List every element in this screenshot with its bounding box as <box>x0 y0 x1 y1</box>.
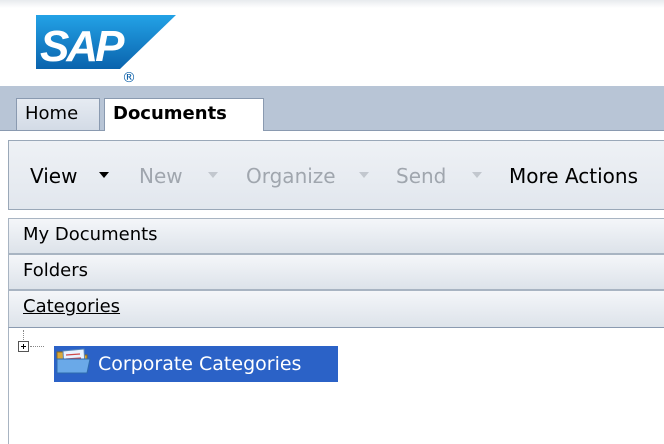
panel-my-documents[interactable]: My Documents <box>8 218 664 254</box>
tree-connector <box>30 346 44 348</box>
expand-plus-icon[interactable] <box>18 341 29 352</box>
top-strip <box>0 0 664 8</box>
tree-node-label: Corporate Categories <box>98 353 302 375</box>
more-actions-button[interactable]: More Actions <box>509 163 638 189</box>
sap-logo-icon: SAP ® <box>36 15 176 86</box>
organize-menu-button: Organize <box>246 164 336 188</box>
panel-folders-label: Folders <box>23 260 89 281</box>
logo-text: SAP <box>40 22 125 71</box>
app-window: SAP ® Home Documents View New Organize S… <box>0 0 664 444</box>
sap-logo: SAP ® <box>36 15 176 86</box>
tab-home[interactable]: Home <box>16 98 100 130</box>
new-dropdown-arrow-icon <box>208 172 218 178</box>
organize-dropdown-arrow-icon <box>359 172 369 178</box>
send-dropdown-arrow-icon <box>472 172 482 178</box>
tab-documents[interactable]: Documents <box>104 98 264 131</box>
tree-node-corporate-categories[interactable]: Corporate Categories <box>54 346 338 382</box>
tab-documents-label: Documents <box>113 103 227 124</box>
panel-categories[interactable]: Categories <box>8 290 664 328</box>
send-menu-button: Send <box>396 164 447 188</box>
view-dropdown-arrow-icon[interactable] <box>99 172 109 178</box>
view-menu-button[interactable]: View <box>30 163 77 189</box>
tree-connector <box>23 330 25 340</box>
panel-folders[interactable]: Folders <box>8 254 664 290</box>
folder-icon <box>56 348 91 374</box>
registered-mark: ® <box>122 70 136 85</box>
panel-my-documents-label: My Documents <box>23 224 158 245</box>
new-menu-button: New <box>139 164 183 188</box>
tab-home-label: Home <box>25 103 79 124</box>
panel-categories-label: Categories <box>23 296 121 317</box>
